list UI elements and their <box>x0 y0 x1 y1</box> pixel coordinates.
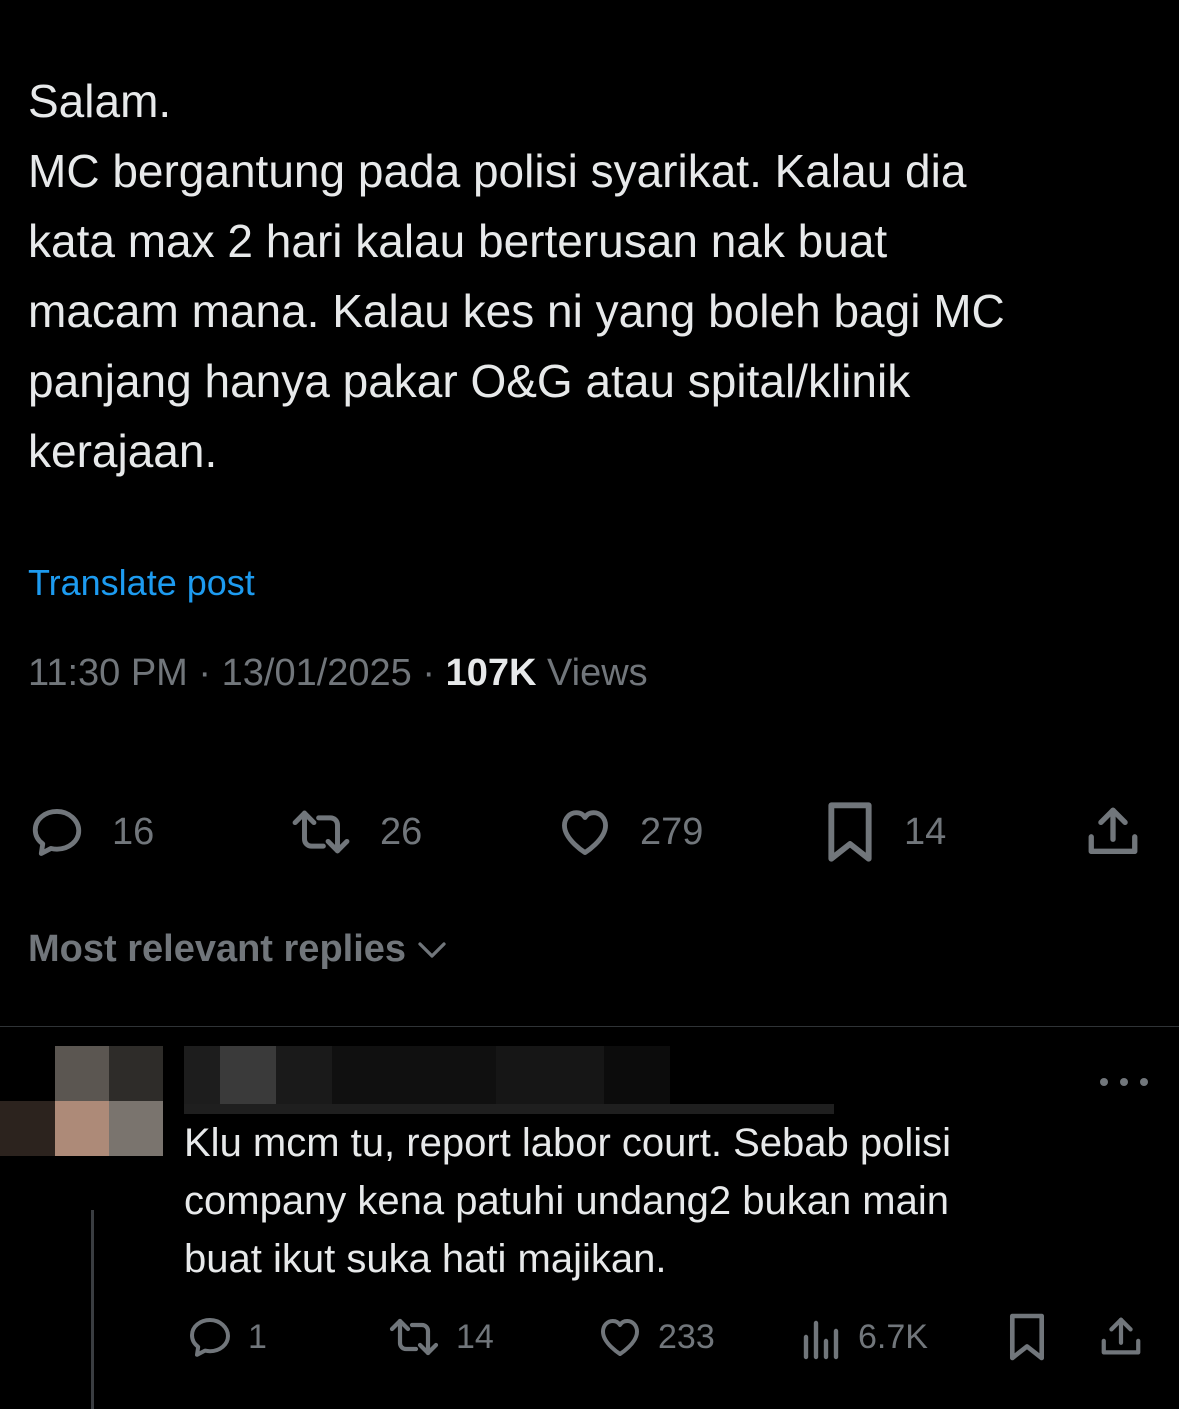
reply-bookmark-button[interactable] <box>1006 1310 1048 1364</box>
reply-like-button[interactable]: 233 <box>596 1310 715 1364</box>
post-text-line: macam mana. Kalau kes ni yang boleh bagi… <box>28 285 1005 337</box>
divider <box>0 1026 1179 1027</box>
share-icon <box>1088 807 1138 854</box>
repost-count: 26 <box>380 810 423 853</box>
more-dot <box>1140 1078 1148 1086</box>
like-icon <box>562 810 608 855</box>
bookmark-icon <box>828 802 872 862</box>
replies-sort-label: Most relevant replies <box>28 928 407 970</box>
bookmark-button[interactable]: 14 <box>822 800 946 864</box>
meta-separator: · <box>187 652 222 694</box>
reply-like-count: 233 <box>658 1317 715 1356</box>
reply-views-count: 6.7K <box>858 1317 928 1356</box>
post-date[interactable]: 13/01/2025 <box>222 652 412 694</box>
reply-repost-button[interactable]: 14 <box>386 1310 494 1364</box>
views-icon <box>803 1320 839 1360</box>
post-text-line: kerajaan. <box>28 425 218 477</box>
post-text-line: MC bergantung pada polisi syarikat. Kala… <box>28 145 967 197</box>
more-dot <box>1100 1078 1108 1086</box>
repost-button[interactable]: 26 <box>288 800 422 864</box>
reply-icon <box>32 809 82 856</box>
reply-icon <box>190 1318 230 1357</box>
reply-views-button[interactable]: 6.7K <box>800 1310 928 1364</box>
bookmark-icon <box>1009 1313 1045 1361</box>
share-button[interactable] <box>1084 800 1142 864</box>
username-redacted[interactable] <box>184 1046 834 1116</box>
post-text-line: Salam. <box>28 75 172 127</box>
post-action-bar: 16 26 279 14 <box>0 800 1179 864</box>
translate-post-link[interactable]: Translate post <box>28 562 255 604</box>
share-icon <box>1101 1317 1141 1355</box>
reply-share-button[interactable] <box>1098 1310 1144 1364</box>
replies-sort-dropdown[interactable]: Most relevant replies <box>28 928 450 971</box>
post-time[interactable]: 11:30 PM <box>28 652 188 694</box>
chevron-down-icon <box>418 941 446 958</box>
views-count: 107K <box>445 652 537 694</box>
reply-repost-count: 14 <box>456 1317 494 1356</box>
post-text-line: panjang hanya pakar O&G atau spital/klin… <box>28 355 911 407</box>
like-button[interactable]: 279 <box>556 800 703 864</box>
reply-text-line: company kena patuhi undang2 bukan main <box>184 1179 949 1223</box>
bookmark-count: 14 <box>904 810 947 853</box>
reply-text-line: buat ikut suka hati majikan. <box>184 1237 667 1281</box>
reply-text-line: Klu mcm tu, report labor court. Sebab po… <box>184 1121 952 1165</box>
more-dot <box>1120 1078 1128 1086</box>
views-label: Views <box>547 652 648 694</box>
reply-reply-button[interactable]: 1 <box>186 1310 267 1364</box>
post-text: Salam. MC bergantung pada polisi syarika… <box>28 66 1138 486</box>
reply-button[interactable]: 16 <box>28 800 154 864</box>
avatar[interactable] <box>0 1046 163 1156</box>
repost-icon <box>292 810 350 854</box>
repost-icon <box>389 1318 439 1356</box>
reply-text: Klu mcm tu, report labor court. Sebab po… <box>184 1114 1144 1288</box>
reply-action-bar: 1 14 233 6.7K <box>0 1310 1179 1364</box>
reply-count: 16 <box>112 810 155 853</box>
reply-reply-count: 1 <box>248 1317 267 1356</box>
more-icon[interactable] <box>1100 1068 1148 1096</box>
like-count: 279 <box>640 810 704 853</box>
like-icon <box>601 1319 639 1356</box>
post-meta: 11:30 PM · 13/01/2025 · 107K Views <box>28 652 648 695</box>
post-text-line: kata max 2 hari kalau berterusan nak bua… <box>28 215 888 267</box>
meta-separator: · <box>411 652 446 694</box>
